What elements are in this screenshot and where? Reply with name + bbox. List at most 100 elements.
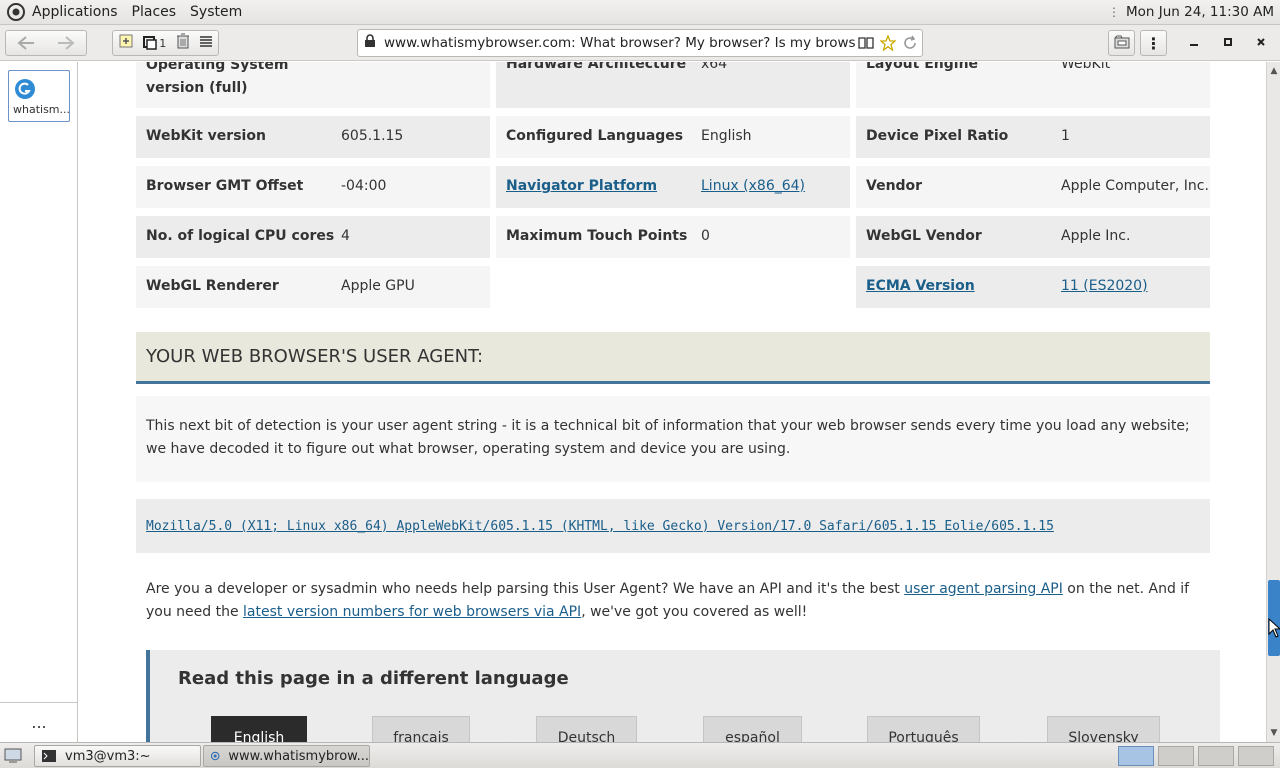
bottom-taskbar: vm3@vm3:~ www.whatismybrow...	[0, 742, 1280, 768]
tabs-sidebar: whatism... ...	[0, 62, 78, 742]
tabs-count-button[interactable]: 1	[143, 36, 166, 50]
cell-key: WebKit version	[146, 128, 266, 144]
cell-key: Hardware Architecture	[506, 62, 687, 72]
lang-english[interactable]: English	[211, 716, 307, 742]
show-desktop-icon[interactable]	[4, 747, 22, 767]
taskbar-browser[interactable]: www.whatismybrow...	[203, 745, 370, 767]
user-agent-string-box: Mozilla/5.0 (X11; Linux x86_64) AppleWeb…	[136, 499, 1210, 553]
reader-mode-icon[interactable]	[856, 33, 876, 53]
taskbar-item-label: vm3@vm3:~	[65, 748, 151, 764]
ecma-version-link[interactable]: ECMA Version	[866, 278, 975, 294]
user-agent-string-link[interactable]: Mozilla/5.0 (X11; Linux x86_64) AppleWeb…	[146, 519, 1054, 534]
cell-value: 605.1.15	[341, 128, 404, 144]
navigator-platform-value-link[interactable]: Linux (x86_64)	[701, 178, 805, 194]
cell-key: Vendor	[866, 178, 923, 194]
cell-max-touch-points: Maximum Touch Points 0	[496, 216, 850, 258]
cell-webgl-renderer: WebGL Renderer Apple GPU	[136, 266, 490, 308]
trash-icon[interactable]	[176, 33, 190, 53]
clock[interactable]: Mon Jun 24, 11:30 AM	[1126, 4, 1274, 20]
ecma-version-value-link[interactable]: 11 (ES2020)	[1061, 278, 1148, 294]
cell-navigator-platform: Navigator Platform Linux (x86_64)	[496, 166, 850, 208]
minimize-button[interactable]	[1183, 31, 1205, 53]
workspace-1[interactable]	[1118, 746, 1154, 766]
applications-menu[interactable]: Applications	[32, 4, 118, 20]
site-favicon-icon	[15, 79, 35, 99]
workspace-3[interactable]	[1198, 746, 1234, 766]
cell-key: Operating System version (full)	[146, 62, 289, 96]
back-icon[interactable]	[6, 35, 46, 51]
cell-key: Browser GMT Offset	[146, 178, 304, 194]
gnome-foot-icon[interactable]	[6, 2, 26, 22]
tab-tools: 1	[112, 30, 219, 56]
cell-configured-languages: Configured Languages English	[496, 116, 850, 158]
cell-value: English	[701, 128, 752, 144]
lang-deutsch[interactable]: Deutsch	[536, 716, 637, 742]
lock-icon	[364, 34, 378, 52]
url-text[interactable]: www.whatismybrowser.com: What browser? M…	[384, 35, 856, 51]
maximize-icon	[1224, 38, 1232, 46]
new-tab-icon[interactable]	[118, 33, 134, 53]
panel-handle-icon: ⋮	[1108, 5, 1121, 19]
page-scrollbar[interactable]: ▲ ▼	[1266, 62, 1280, 742]
workspace-2[interactable]	[1158, 746, 1194, 766]
cell-value: Apple GPU	[341, 278, 415, 294]
taskbar-terminal[interactable]: vm3@vm3:~	[34, 745, 201, 767]
cell-os-version: Operating System version (full)	[136, 62, 490, 108]
cell-value: 1	[1061, 128, 1070, 144]
places-menu[interactable]: Places	[132, 4, 177, 20]
maximize-button[interactable]	[1217, 31, 1239, 53]
cell-value: 4	[341, 228, 350, 244]
top-panel: Applications Places System ⋮ Mon Jun 24,…	[0, 0, 1280, 25]
sidebar-more-button[interactable]: ...	[0, 702, 78, 742]
cell-key: Configured Languages	[506, 128, 684, 144]
downloads-button[interactable]	[1108, 30, 1135, 56]
user-agent-heading: YOUR WEB BROWSER'S USER AGENT:	[136, 332, 1210, 384]
navigator-platform-link[interactable]: Navigator Platform	[506, 178, 657, 194]
cell-hardware-architecture: Hardware Architecture x64	[496, 62, 850, 108]
cell-value: Apple Computer, Inc.	[1061, 178, 1209, 194]
browser-toolbar: 1 www.whatismybrowser.com: What browser?…	[0, 25, 1280, 61]
lang-portugues[interactable]: Português	[867, 716, 980, 742]
cell-key: WebGL Renderer	[146, 278, 279, 294]
cell-webgl-vendor: WebGL Vendor Apple Inc.	[856, 216, 1210, 258]
lang-slovensky[interactable]: Slovensky	[1047, 716, 1160, 742]
downloads-icon	[1114, 34, 1130, 53]
user-agent-description: This next bit of detection is your user …	[136, 396, 1210, 482]
cell-logical-cpu-cores: No. of logical CPU cores 4	[136, 216, 490, 258]
minimize-icon	[1190, 44, 1198, 46]
lang-francais[interactable]: français	[372, 716, 470, 742]
terminal-icon	[42, 750, 56, 762]
ua-parsing-api-link[interactable]: user agent parsing API	[904, 581, 1063, 597]
cell-webkit-version: WebKit version 605.1.15	[136, 116, 490, 158]
menu-list-icon[interactable]	[199, 34, 213, 53]
cell-ecma-version: ECMA Version 11 (ES2020)	[856, 266, 1210, 308]
reload-icon[interactable]	[900, 33, 920, 53]
cell-key: WebGL Vendor	[866, 228, 982, 244]
taskbar-item-label: www.whatismybrow...	[228, 748, 369, 764]
browser-versions-api-link[interactable]: latest version numbers for web browsers …	[243, 604, 581, 620]
forward-icon[interactable]	[46, 35, 86, 51]
sidebar-tab-whatismybrowser[interactable]: whatism...	[8, 70, 70, 122]
cell-layout-engine: Layout Engine WebKit	[856, 62, 1210, 108]
lang-espanol[interactable]: español	[703, 716, 802, 742]
cell-value: -04:00	[341, 178, 387, 194]
close-button[interactable]	[1250, 31, 1272, 53]
language-selector-title: Read this page in a different language	[178, 668, 569, 689]
developer-paragraph: Are you a developer or sysadmin who need…	[146, 578, 1206, 624]
nav-buttons	[5, 30, 87, 56]
workspace-4[interactable]	[1238, 746, 1274, 766]
address-bar[interactable]: www.whatismybrowser.com: What browser? M…	[357, 29, 923, 57]
language-selector: Read this page in a different language E…	[146, 650, 1220, 742]
developer-text-3: , we've got you covered as well!	[581, 604, 808, 620]
cell-value: x64	[701, 62, 728, 72]
app-menu-button[interactable]: ⋮	[1140, 30, 1167, 56]
cell-key: Device Pixel Ratio	[866, 128, 1009, 144]
cell-value: Apple Inc.	[1061, 228, 1131, 244]
scroll-down-icon[interactable]: ▼	[1267, 726, 1280, 740]
developer-text-1: Are you a developer or sysadmin who need…	[146, 581, 905, 597]
tab-count: 1	[159, 36, 167, 50]
system-menu[interactable]: System	[190, 4, 242, 20]
bookmark-star-icon[interactable]	[878, 33, 898, 53]
cell-key: Maximum Touch Points	[506, 228, 688, 244]
scroll-up-icon[interactable]: ▲	[1267, 64, 1280, 78]
